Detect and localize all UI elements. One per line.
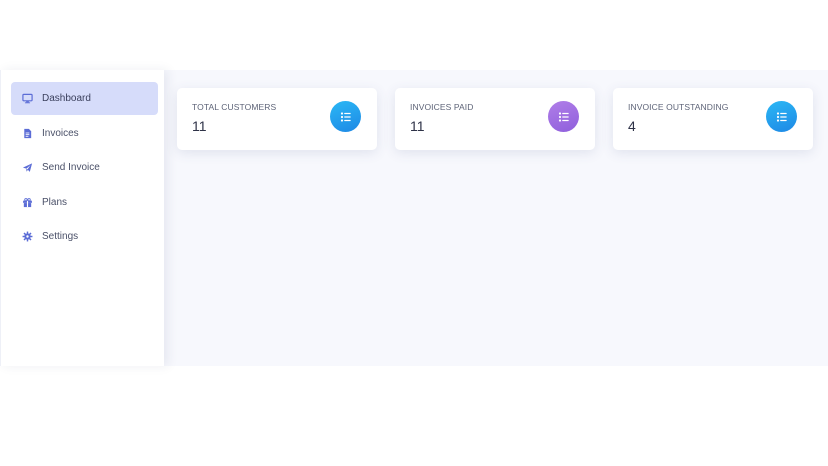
sidebar-item-label: Plans: [42, 196, 68, 208]
list-icon: [548, 101, 579, 132]
sidebar-item-invoices[interactable]: Invoices: [11, 117, 158, 150]
stats-cards: TOTAL CUSTOMERS 11 INVOICES PAID 11 INVO…: [177, 88, 813, 150]
sidebar-item-label: Settings: [42, 231, 79, 242]
sidebar-item-plans[interactable]: Plans: [11, 186, 158, 219]
sidebar-item-dashboard[interactable]: Dashboard: [11, 82, 158, 115]
sidebar-item-label: Dashboard: [42, 93, 91, 104]
stat-card-total-customers[interactable]: TOTAL CUSTOMERS 11: [177, 88, 377, 150]
stat-card-invoices-paid[interactable]: INVOICES PAID 11: [395, 88, 595, 150]
sidebar: Dashboard Invoices Send Invoice Plans Se…: [0, 70, 164, 366]
monitor-icon: [21, 93, 33, 105]
sidebar-item-label: Invoices: [42, 127, 79, 139]
sidebar-item-send-invoice[interactable]: Send Invoice: [11, 151, 158, 184]
document-icon: [21, 127, 33, 139]
app-root: Dashboard Invoices Send Invoice Plans Se…: [0, 70, 828, 366]
paper-plane-icon: [21, 162, 33, 174]
list-icon: [766, 101, 797, 132]
sidebar-item-label: Send Invoice: [42, 162, 100, 173]
stat-card-invoice-outstanding[interactable]: INVOICE OUTSTANDING 4: [613, 88, 813, 150]
gift-icon: [21, 196, 33, 208]
sidebar-item-settings[interactable]: Settings: [11, 220, 158, 253]
gear-icon: [21, 231, 33, 243]
main-content: TOTAL CUSTOMERS 11 INVOICES PAID 11 INVO…: [164, 70, 828, 366]
list-icon: [330, 101, 361, 132]
